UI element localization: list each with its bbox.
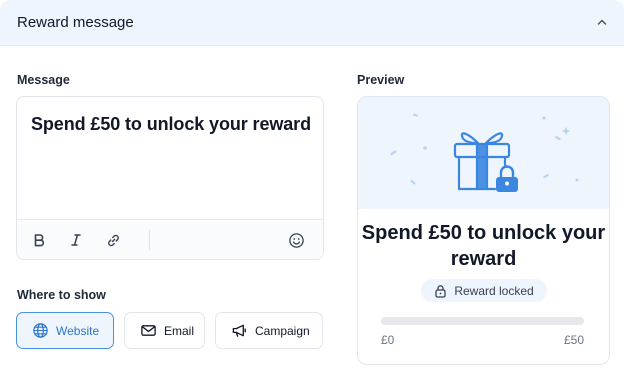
status-badge: Reward locked (421, 279, 547, 302)
chevron-up-icon[interactable] (594, 14, 610, 30)
toolbar-divider (149, 230, 150, 250)
italic-icon[interactable] (66, 230, 86, 250)
progress-max-label: £50 (563, 333, 584, 347)
campaign-option-label: Campaign (255, 323, 310, 338)
website-option[interactable]: Website (16, 312, 114, 349)
email-option-label: Email (164, 323, 195, 338)
globe-icon (31, 322, 49, 340)
message-editor[interactable]: Spend £50 to unlock your reward (16, 96, 324, 260)
progress-min-label: £0 (381, 333, 395, 347)
email-option[interactable]: Email (124, 312, 205, 349)
preview-title: Spend £50 to unlock your reward (361, 222, 606, 270)
editor-toolbar (17, 219, 323, 259)
message-label: Message (17, 73, 70, 87)
status-badge-label: Reward locked (454, 283, 534, 298)
section-title: Reward message (17, 14, 134, 31)
preview-label: Preview (357, 73, 405, 87)
preview-card: Spend £50 to unlock your reward Reward l… (357, 96, 610, 365)
campaign-option[interactable]: Campaign (215, 312, 323, 349)
lock-icon (434, 284, 448, 298)
megaphone-icon (230, 322, 248, 340)
where-to-show-label: Where to show (17, 288, 106, 302)
link-icon[interactable] (103, 230, 123, 250)
preview-illustration (358, 97, 609, 209)
mail-icon (139, 322, 157, 340)
section-header[interactable]: Reward message (0, 0, 624, 46)
message-text[interactable]: Spend £50 to unlock your reward (31, 114, 311, 135)
gift-lock-icon (390, 113, 579, 192)
reward-progress-bar (381, 317, 584, 325)
bold-icon[interactable] (29, 230, 49, 250)
website-option-label: Website (56, 323, 100, 338)
emoji-icon[interactable] (286, 230, 306, 250)
